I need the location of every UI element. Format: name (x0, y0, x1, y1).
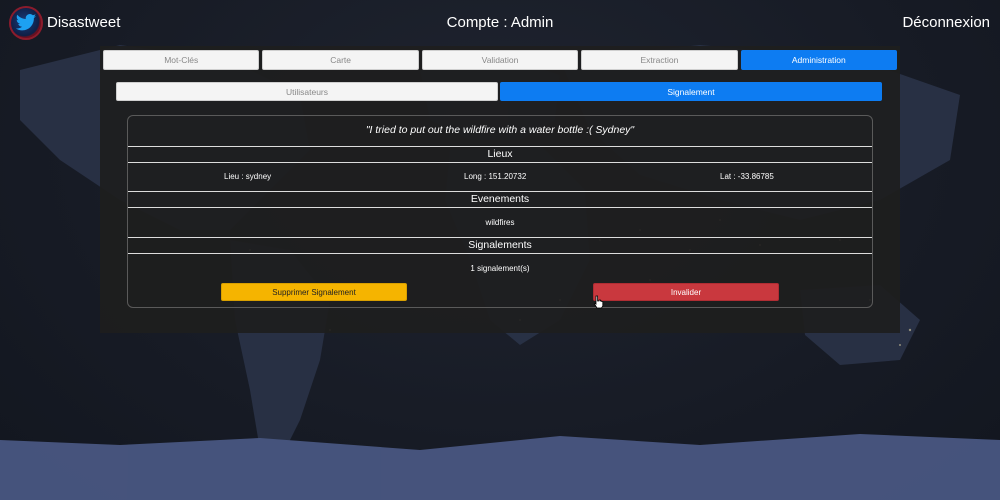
tab-validation[interactable]: Validation (421, 50, 579, 70)
subtab-users[interactable]: Utilisateurs (116, 82, 498, 101)
top-header: Disastweet Compte : Admin Déconnexion (0, 0, 1000, 46)
logout-link[interactable]: Déconnexion (902, 14, 990, 31)
delete-report-button[interactable]: Supprimer Signalement (221, 283, 407, 301)
tab-extraction[interactable]: Extraction (581, 50, 738, 70)
twitter-logo-icon (9, 6, 43, 40)
report-count: 1 signalement(s) (470, 264, 530, 273)
account-label: Compte : Admin (446, 14, 554, 31)
tab-administration[interactable]: Administration (740, 50, 898, 70)
place-latitude: Lat : -33.86785 (720, 172, 774, 181)
admin-panel: Mot-Clés Carte Validation Extraction Adm… (100, 46, 900, 333)
report-card: "I tried to put out the wildfire with a … (127, 115, 873, 308)
tab-keywords[interactable]: Mot-Clés (103, 50, 260, 70)
event-name: wildfires (485, 218, 515, 227)
subtab-reports[interactable]: Signalement (500, 82, 882, 101)
events-heading: Evenements (128, 191, 872, 208)
tab-map[interactable]: Carte (262, 50, 419, 70)
main-tabs: Mot-Clés Carte Validation Extraction Adm… (103, 50, 898, 70)
places-heading: Lieux (128, 146, 872, 163)
admin-subtabs: Utilisateurs Signalement (116, 82, 882, 101)
tweet-text: "I tried to put out the wildfire with a … (365, 124, 635, 136)
app-brand[interactable]: Disastweet (47, 14, 120, 31)
invalidate-button[interactable]: Invalider (593, 283, 779, 301)
hand-cursor-icon (593, 295, 604, 309)
place-longitude: Long : 151.20732 (464, 172, 527, 181)
place-name: Lieu : sydney (224, 172, 272, 181)
reports-heading: Signalements (128, 237, 872, 254)
